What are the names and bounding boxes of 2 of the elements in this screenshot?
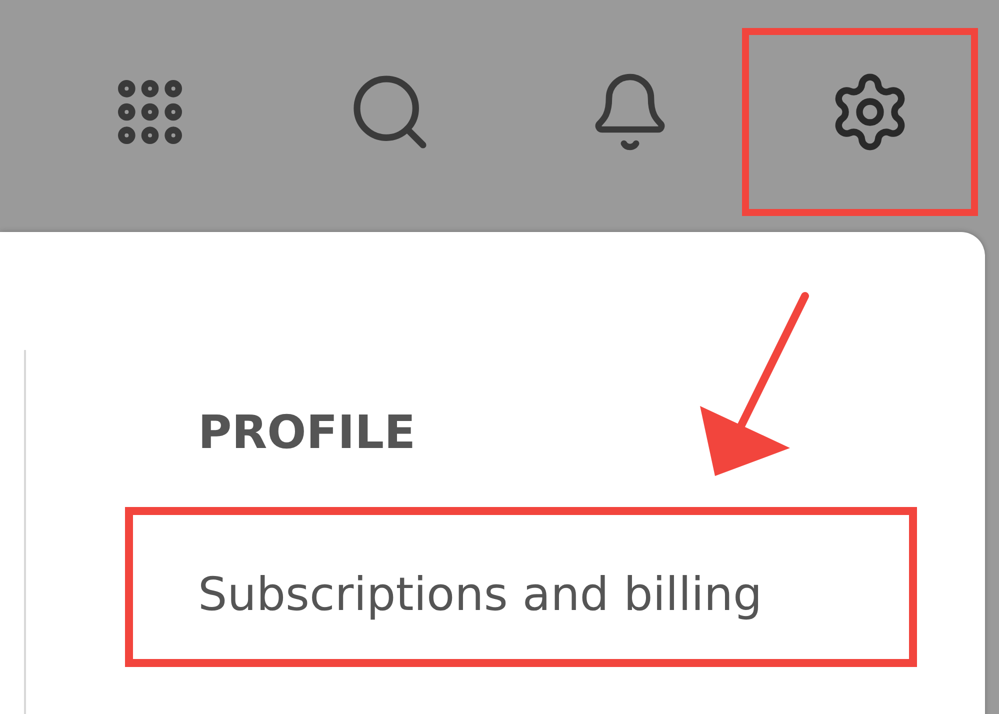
menu-link[interactable]: Subscriptions and billing [198,564,985,624]
menu-heading: PROFILE [198,404,417,461]
